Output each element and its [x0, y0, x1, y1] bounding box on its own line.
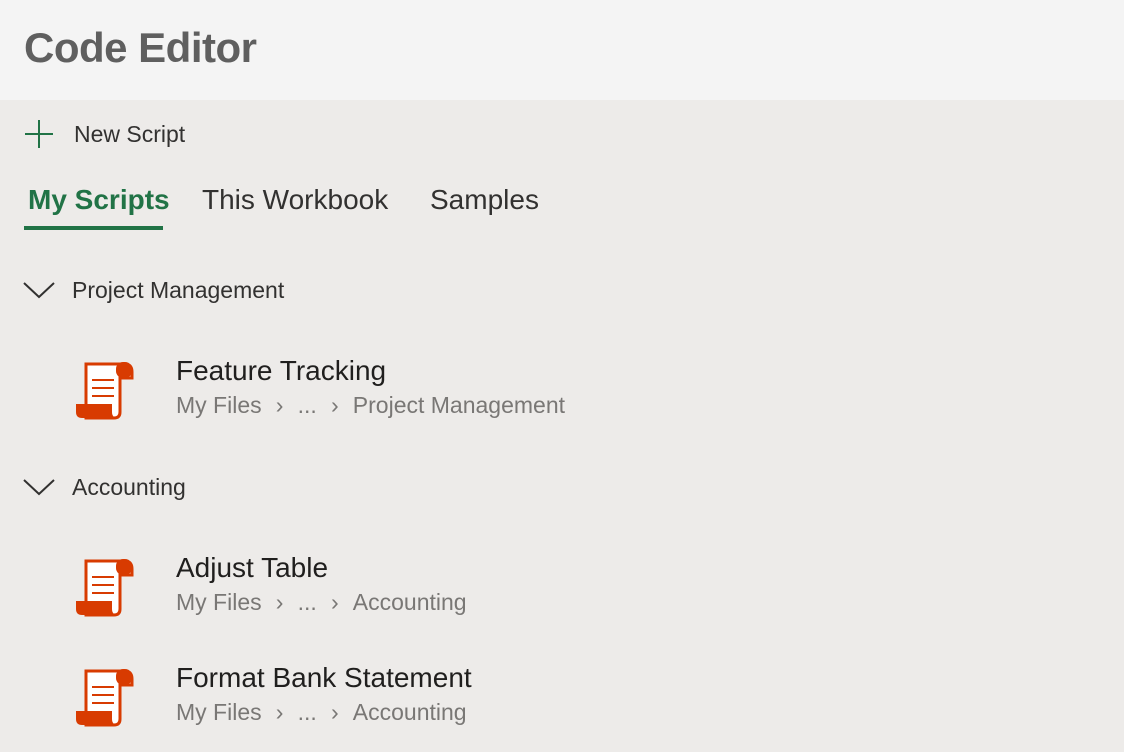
script-path: My Files › ... › Project Management — [176, 390, 565, 420]
group-header-project-management[interactable]: Project Management — [22, 270, 284, 310]
chevron-right-icon: › — [330, 589, 339, 615]
chevron-right-icon: › — [330, 699, 339, 725]
script-name: Feature Tracking — [176, 355, 387, 386]
active-tab-indicator — [24, 226, 163, 230]
script-item-feature-tracking[interactable]: Feature Tracking My Files › ... › Projec… — [72, 354, 1072, 434]
path-segment: ... — [297, 392, 317, 418]
script-file-icon — [76, 669, 134, 727]
path-segment: My Files — [176, 699, 262, 725]
header: Code Editor — [0, 0, 1124, 100]
chevron-down-icon — [23, 282, 55, 299]
path-segment: Accounting — [352, 699, 467, 725]
script-path: My Files › ... › Accounting — [176, 697, 467, 727]
path-segment: ... — [297, 699, 317, 725]
path-segment: My Files — [176, 392, 262, 418]
script-item-adjust-table[interactable]: Adjust Table My Files › ... › Accounting — [72, 551, 1072, 631]
tab-samples[interactable]: Samples — [430, 172, 539, 228]
tab-this-workbook[interactable]: This Workbook — [202, 172, 388, 228]
new-script-label: New Script — [74, 120, 186, 147]
tab-my-scripts[interactable]: My Scripts — [28, 172, 170, 228]
chevron-right-icon: › — [275, 699, 284, 725]
plus-icon — [25, 120, 53, 148]
group-header-accounting[interactable]: Accounting — [22, 467, 186, 507]
group-label: Project Management — [72, 276, 285, 303]
script-name: Format Bank Statement — [176, 662, 472, 693]
script-file-icon — [76, 362, 134, 420]
script-file-icon — [76, 559, 134, 617]
path-segment: ... — [297, 589, 317, 615]
script-item-format-bank-statement[interactable]: Format Bank Statement My Files › ... › A… — [72, 661, 1072, 741]
path-segment: Accounting — [352, 589, 467, 615]
chevron-right-icon: › — [275, 392, 284, 418]
page-title: Code Editor — [24, 24, 257, 71]
script-name: Adjust Table — [176, 552, 329, 583]
chevron-down-icon — [23, 479, 55, 496]
path-segment: My Files — [176, 589, 262, 615]
script-path: My Files › ... › Accounting — [176, 587, 467, 617]
chevron-right-icon: › — [330, 392, 339, 418]
group-label: Accounting — [72, 473, 186, 500]
chevron-right-icon: › — [275, 589, 284, 615]
new-script-button[interactable]: New Script — [22, 115, 185, 153]
path-segment: Project Management — [352, 392, 566, 418]
